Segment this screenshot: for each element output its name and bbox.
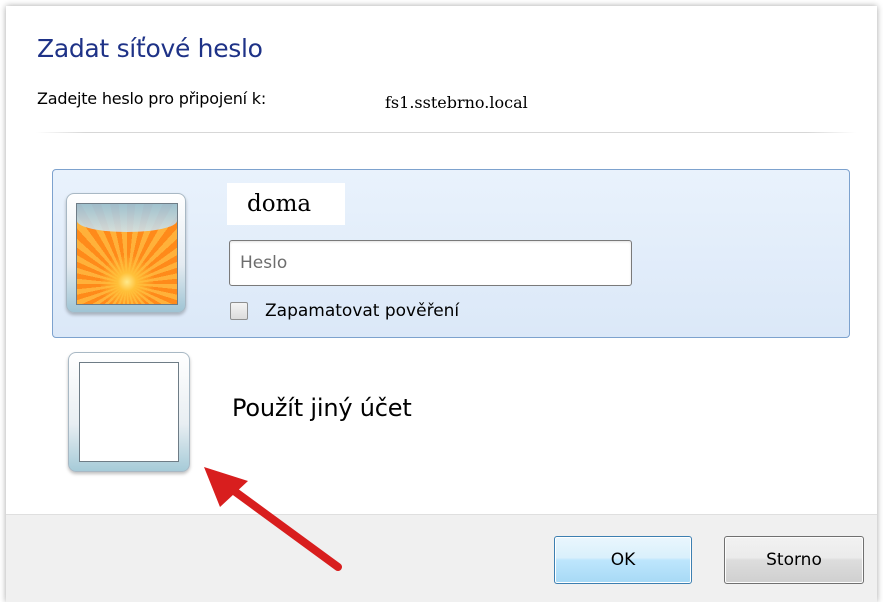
flower-avatar-icon	[76, 203, 178, 305]
remember-checkbox[interactable]	[230, 302, 248, 320]
remember-credentials-label: Zapamatovat pověření	[265, 301, 460, 321]
user-avatar	[66, 193, 186, 313]
header-separator	[36, 132, 856, 133]
red-arrow-icon	[204, 467, 342, 571]
use-other-account-option[interactable]: Použít jiný účet	[232, 394, 412, 422]
blank-avatar-icon	[79, 362, 179, 462]
dialog-title: Zadat síťové heslo	[37, 34, 263, 63]
remember-credentials-option[interactable]: Zapamatovat pověření	[230, 298, 459, 324]
ok-button[interactable]: OK	[554, 536, 692, 584]
cancel-button[interactable]: Storno	[724, 536, 864, 584]
username-label: doma	[227, 183, 345, 225]
other-account-avatar[interactable]	[68, 352, 190, 472]
connect-prompt: Zadejte heslo pro připojení k:	[37, 89, 267, 108]
server-name: fs1.sstebrno.local	[376, 86, 641, 120]
password-input[interactable]	[229, 240, 632, 286]
network-password-dialog: Zadat síťové heslo Zadejte heslo pro při…	[6, 6, 877, 602]
